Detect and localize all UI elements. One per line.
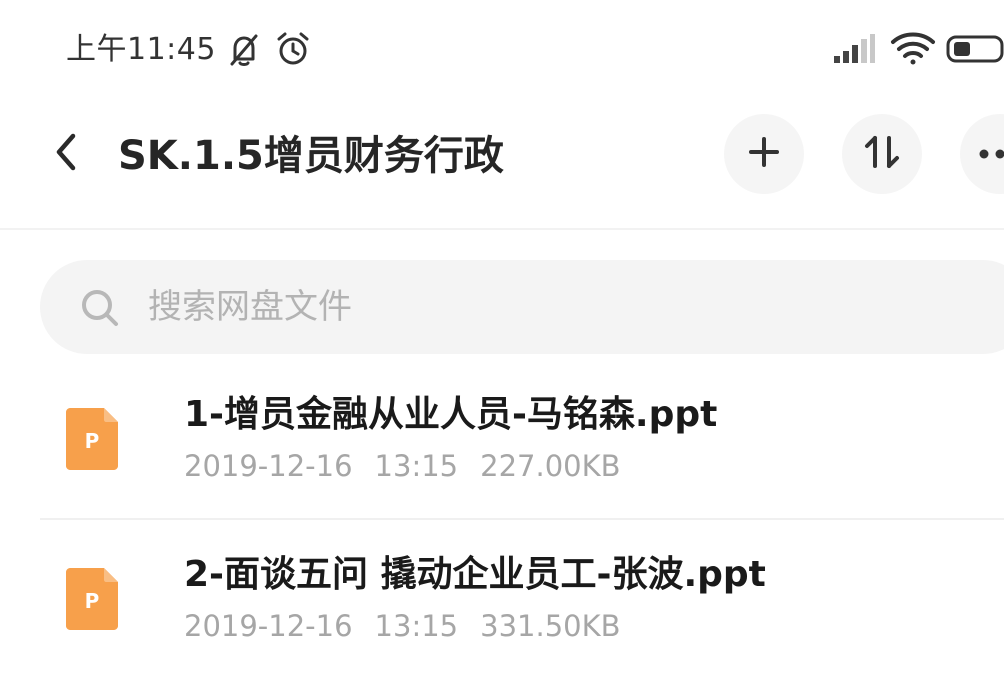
more-button[interactable] bbox=[960, 114, 1004, 194]
status-time: 上午11:45 bbox=[66, 28, 216, 72]
list-item[interactable]: P 2-面谈五问 撬动企业员工-张波.ppt 2019-12-16 13:15 33… bbox=[0, 520, 1004, 678]
back-button[interactable] bbox=[40, 128, 92, 180]
file-type-letter: P bbox=[85, 429, 100, 453]
file-size: 331.50KB bbox=[480, 609, 620, 643]
header-divider bbox=[0, 228, 1004, 230]
file-type-letter: P bbox=[85, 589, 100, 613]
search-placeholder: 搜索网盘文件 bbox=[148, 284, 352, 330]
file-time: 13:15 bbox=[375, 449, 459, 483]
chevron-left-icon bbox=[51, 132, 81, 176]
add-button[interactable] bbox=[724, 114, 804, 194]
file-size: 227.00KB bbox=[480, 449, 620, 483]
file-meta: 2019-12-16 13:15 331.50KB bbox=[184, 606, 643, 646]
ppt-file-icon: P bbox=[66, 408, 118, 474]
file-name: 1-增员金融从业人员-马铭森.ppt bbox=[184, 390, 717, 440]
sort-button[interactable] bbox=[842, 114, 922, 194]
ppt-file-icon: P bbox=[66, 568, 118, 634]
battery-icon bbox=[946, 34, 1004, 68]
more-dots-icon bbox=[978, 145, 1004, 164]
page-title: SK.1.5增员财务行政 bbox=[118, 128, 504, 184]
search-input[interactable]: 搜索网盘文件 bbox=[40, 260, 1004, 354]
file-date: 2019-12-16 bbox=[184, 609, 353, 643]
signal-icon bbox=[832, 34, 876, 68]
alarm-clock-icon bbox=[274, 30, 312, 72]
wifi-icon bbox=[890, 30, 936, 70]
file-time: 13:15 bbox=[375, 609, 459, 643]
list-item[interactable]: P 1-增员金融从业人员-马铭森.ppt 2019-12-16 13:15 227.… bbox=[0, 360, 1004, 518]
file-name: 2-面谈五问 撬动企业员工-张波.ppt bbox=[184, 550, 766, 600]
status-bar: 上午11:45 bbox=[0, 0, 1004, 100]
plus-icon bbox=[747, 135, 781, 173]
bell-muted-icon bbox=[226, 32, 262, 72]
file-date: 2019-12-16 bbox=[184, 449, 353, 483]
file-meta: 2019-12-16 13:15 227.00KB bbox=[184, 446, 643, 486]
sort-icon bbox=[862, 134, 902, 174]
search-icon bbox=[80, 288, 120, 332]
header: SK.1.5增员财务行政 bbox=[0, 100, 1004, 220]
